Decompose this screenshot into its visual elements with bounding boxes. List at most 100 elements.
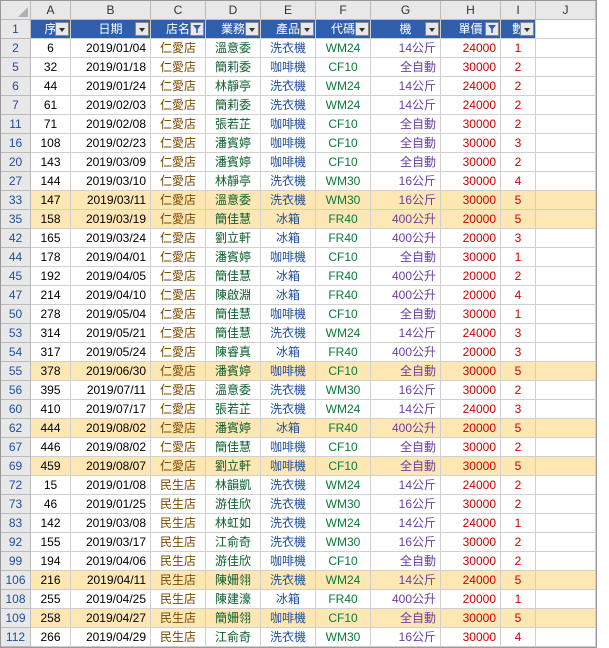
data-cell[interactable]: 全自動: [371, 362, 441, 381]
data-cell[interactable]: 潘賓婷: [206, 248, 261, 267]
data-cell[interactable]: 咖啡機: [261, 58, 316, 77]
data-cell[interactable]: WM30: [316, 628, 371, 647]
data-cell[interactable]: 2019/03/08: [71, 514, 151, 533]
table-header[interactable]: 產品: [261, 20, 316, 39]
data-cell[interactable]: WM30: [316, 191, 371, 210]
data-cell[interactable]: 378: [31, 362, 71, 381]
column-header-E[interactable]: E: [261, 1, 316, 20]
data-cell[interactable]: 192: [31, 267, 71, 286]
data-cell[interactable]: 2019/01/18: [71, 58, 151, 77]
data-cell[interactable]: 民生店: [151, 495, 206, 514]
data-cell[interactable]: 陳睿真: [206, 343, 261, 362]
data-cell[interactable]: 2019/07/11: [71, 381, 151, 400]
data-cell[interactable]: FR40: [316, 419, 371, 438]
data-cell[interactable]: 仁愛店: [151, 343, 206, 362]
data-cell[interactable]: 2019/01/25: [71, 495, 151, 514]
table-header[interactable]: 日期: [71, 20, 151, 39]
data-cell[interactable]: 仁愛店: [151, 305, 206, 324]
data-cell[interactable]: 30000: [441, 115, 501, 134]
data-cell[interactable]: 410: [31, 400, 71, 419]
data-cell[interactable]: 民生店: [151, 609, 206, 628]
data-cell[interactable]: 咖啡機: [261, 305, 316, 324]
data-cell[interactable]: 民生店: [151, 552, 206, 571]
column-header-C[interactable]: C: [151, 1, 206, 20]
data-cell[interactable]: 冰箱: [261, 590, 316, 609]
data-cell[interactable]: 潘賓婷: [206, 419, 261, 438]
filter-dropdown-icon[interactable]: [190, 22, 204, 36]
data-cell[interactable]: 民生店: [151, 476, 206, 495]
row-number[interactable]: 53: [1, 324, 31, 343]
data-cell[interactable]: 仁愛店: [151, 172, 206, 191]
data-cell[interactable]: 仁愛店: [151, 58, 206, 77]
column-header-D[interactable]: D: [206, 1, 261, 20]
data-cell[interactable]: 5: [501, 609, 536, 628]
data-cell[interactable]: 2019/03/24: [71, 229, 151, 248]
data-cell[interactable]: 張若芷: [206, 400, 261, 419]
row-number[interactable]: 7: [1, 96, 31, 115]
data-cell[interactable]: 仁愛店: [151, 419, 206, 438]
data-cell[interactable]: 30000: [441, 305, 501, 324]
cell-empty[interactable]: [536, 96, 596, 115]
data-cell[interactable]: 30000: [441, 381, 501, 400]
data-cell[interactable]: 32: [31, 58, 71, 77]
data-cell[interactable]: 洗衣機: [261, 39, 316, 58]
row-number[interactable]: 108: [1, 590, 31, 609]
data-cell[interactable]: 民生店: [151, 571, 206, 590]
data-cell[interactable]: 仁愛店: [151, 153, 206, 172]
data-cell[interactable]: WM24: [316, 96, 371, 115]
row-number[interactable]: 83: [1, 514, 31, 533]
data-cell[interactable]: 仁愛店: [151, 457, 206, 476]
data-cell[interactable]: 2: [501, 552, 536, 571]
cell-empty[interactable]: [536, 229, 596, 248]
data-cell[interactable]: 14公斤: [371, 77, 441, 96]
table-header[interactable]: 代碼: [316, 20, 371, 39]
data-cell[interactable]: 20000: [441, 229, 501, 248]
data-cell[interactable]: 洗衣機: [261, 571, 316, 590]
data-cell[interactable]: WM30: [316, 381, 371, 400]
data-cell[interactable]: 15: [31, 476, 71, 495]
data-cell[interactable]: 2019/08/02: [71, 438, 151, 457]
data-cell[interactable]: 5: [501, 362, 536, 381]
data-cell[interactable]: CF10: [316, 457, 371, 476]
data-cell[interactable]: 溫意委: [206, 381, 261, 400]
row-number[interactable]: 72: [1, 476, 31, 495]
cell-empty[interactable]: [536, 77, 596, 96]
row-number[interactable]: 54: [1, 343, 31, 362]
data-cell[interactable]: 1: [501, 39, 536, 58]
data-cell[interactable]: 潘賓婷: [206, 134, 261, 153]
data-cell[interactable]: 14公斤: [371, 39, 441, 58]
data-cell[interactable]: 簡佳慧: [206, 324, 261, 343]
data-cell[interactable]: 仁愛店: [151, 77, 206, 96]
table-header[interactable]: 單價: [441, 20, 501, 39]
data-cell[interactable]: 洗衣機: [261, 96, 316, 115]
data-cell[interactable]: WM24: [316, 324, 371, 343]
data-cell[interactable]: 30000: [441, 533, 501, 552]
column-header-G[interactable]: G: [371, 1, 441, 20]
data-cell[interactable]: 仁愛店: [151, 248, 206, 267]
data-cell[interactable]: 咖啡機: [261, 457, 316, 476]
data-cell[interactable]: 30000: [441, 134, 501, 153]
data-cell[interactable]: 全自動: [371, 552, 441, 571]
data-cell[interactable]: 林虹如: [206, 514, 261, 533]
cell-empty[interactable]: [536, 191, 596, 210]
data-cell[interactable]: 258: [31, 609, 71, 628]
data-cell[interactable]: WM24: [316, 571, 371, 590]
data-cell[interactable]: 2019/02/08: [71, 115, 151, 134]
row-number[interactable]: 5: [1, 58, 31, 77]
data-cell[interactable]: 陳建濠: [206, 590, 261, 609]
data-cell[interactable]: 冰箱: [261, 229, 316, 248]
data-cell[interactable]: 冰箱: [261, 419, 316, 438]
cell-empty[interactable]: [536, 476, 596, 495]
data-cell[interactable]: 2019/04/05: [71, 267, 151, 286]
data-cell[interactable]: 46: [31, 495, 71, 514]
data-cell[interactable]: 2019/08/02: [71, 419, 151, 438]
row-number[interactable]: 20: [1, 153, 31, 172]
column-header-I[interactable]: I: [501, 1, 536, 20]
data-cell[interactable]: 劉立軒: [206, 457, 261, 476]
data-cell[interactable]: 洗衣機: [261, 324, 316, 343]
row-number[interactable]: 55: [1, 362, 31, 381]
data-cell[interactable]: CF10: [316, 362, 371, 381]
table-header[interactable]: 序: [31, 20, 71, 39]
data-cell[interactable]: 林靜亭: [206, 172, 261, 191]
row-number[interactable]: 35: [1, 210, 31, 229]
